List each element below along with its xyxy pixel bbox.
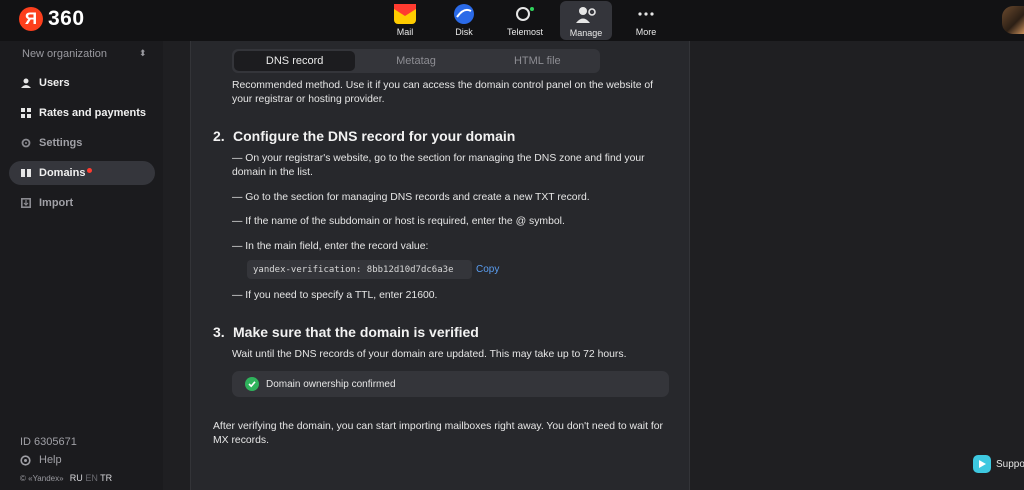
step-title: Configure the DNS record for your domain xyxy=(233,128,516,144)
step-2-heading: 2. Configure the DNS record for your doma… xyxy=(213,128,515,144)
language-switcher: RU EN TR xyxy=(70,473,112,483)
yandex-logo-icon: Я xyxy=(19,7,43,31)
tab-html-file[interactable]: HTML file xyxy=(477,51,598,71)
footer-copyright: © «Yandex» RU EN TR xyxy=(20,473,112,483)
import-note: After verifying the domain, you can star… xyxy=(213,421,663,446)
settings-icon xyxy=(21,138,31,148)
support-button[interactable]: Support xyxy=(973,455,1024,473)
sidebar-item-import[interactable]: Import xyxy=(9,191,155,215)
app-disk[interactable]: Disk xyxy=(438,0,490,41)
instruction-item: — If the name of the subdomain or host i… xyxy=(232,216,565,227)
organization-selector[interactable]: New organization xyxy=(22,48,107,60)
status-text: Domain ownership confirmed xyxy=(266,378,396,390)
top-bar: Я 360 Mail Disk Telemost Manage More xyxy=(0,0,1024,41)
copy-button[interactable]: Copy xyxy=(476,264,499,275)
app-more[interactable]: More xyxy=(620,0,672,41)
sidebar-item-rates[interactable]: Rates and payments xyxy=(9,101,155,125)
import-icon xyxy=(21,198,31,208)
disk-icon xyxy=(452,3,476,25)
grid-icon xyxy=(21,108,31,118)
logo-text: 360 xyxy=(48,7,85,30)
support-label: Support xyxy=(996,458,1024,470)
telemost-icon xyxy=(513,3,537,25)
step-title: Make sure that the domain is verified xyxy=(233,324,479,340)
domain-verification-panel: DNS record Metatag HTML file Recommended… xyxy=(190,41,690,490)
help-label: Help xyxy=(39,454,62,466)
app-manage[interactable]: Manage xyxy=(560,1,612,40)
verification-status: Domain ownership confirmed xyxy=(232,371,669,397)
sidebar-item-label: Domains xyxy=(39,167,86,179)
lang-en[interactable]: EN xyxy=(85,473,98,483)
sidebar-item-label: Users xyxy=(39,77,70,89)
sidebar-item-label: Rates and payments xyxy=(39,107,146,119)
tab-metatag[interactable]: Metatag xyxy=(355,51,476,71)
app-mail-label: Mail xyxy=(396,27,414,37)
chevron-updown-icon[interactable]: ⬍ xyxy=(139,48,147,59)
help-icon xyxy=(20,454,31,466)
lang-tr[interactable]: TR xyxy=(100,473,112,483)
more-icon xyxy=(634,3,658,25)
lang-ru[interactable]: RU xyxy=(70,473,83,483)
avatar[interactable] xyxy=(1002,6,1024,34)
help-link[interactable]: Help xyxy=(20,454,62,466)
mail-icon xyxy=(393,3,417,25)
play-icon xyxy=(973,455,991,473)
app-disk-label: Disk xyxy=(455,27,473,37)
instruction-item: — In the main field, enter the record va… xyxy=(232,241,429,252)
domains-icon xyxy=(21,169,31,177)
manage-icon xyxy=(574,4,598,26)
verification-method-tabs: DNS record Metatag HTML file xyxy=(232,49,600,73)
notification-dot xyxy=(87,167,93,173)
yandex-360-logo[interactable]: Я 360 xyxy=(19,7,85,31)
sidebar-item-users[interactable]: Users xyxy=(9,71,155,95)
record-value[interactable]: yandex-verification: 8bb12d10d7dc6a3e xyxy=(247,260,472,279)
copyright-text: © «Yandex» xyxy=(20,474,64,483)
app-manage-label: Manage xyxy=(569,28,603,38)
step-3-heading: 3. Make sure that the domain is verified xyxy=(213,324,479,340)
instruction-item: — Go to the section for managing DNS rec… xyxy=(232,192,590,203)
app-telemost[interactable]: Telemost xyxy=(499,0,551,41)
method-description: Recommended method. Use it if you can ac… xyxy=(232,80,654,105)
app-mail[interactable]: Mail xyxy=(379,0,431,41)
sidebar-item-label: Import xyxy=(39,197,74,209)
app-telemost-label: Telemost xyxy=(506,27,543,37)
organization-id: ID 6305671 xyxy=(20,436,77,448)
step-number: 2. xyxy=(213,128,225,144)
instruction-item: — If you need to specify a TTL, enter 21… xyxy=(232,290,438,301)
tab-dns-record[interactable]: DNS record xyxy=(234,51,356,71)
checkmark-icon xyxy=(245,377,259,391)
sidebar-item-domains[interactable]: Domains xyxy=(9,161,155,185)
instruction-item: — On your registrar's website, go to the… xyxy=(232,153,645,178)
sidebar: New organization ⬍ Users Rates and payme… xyxy=(0,41,163,490)
step-3-description: Wait until the DNS records of your domai… xyxy=(232,349,627,360)
user-icon xyxy=(21,78,31,88)
sidebar-item-label: Settings xyxy=(39,137,83,149)
app-more-label: More xyxy=(635,27,657,37)
step-number: 3. xyxy=(213,324,225,340)
sidebar-item-settings[interactable]: Settings xyxy=(9,131,155,155)
